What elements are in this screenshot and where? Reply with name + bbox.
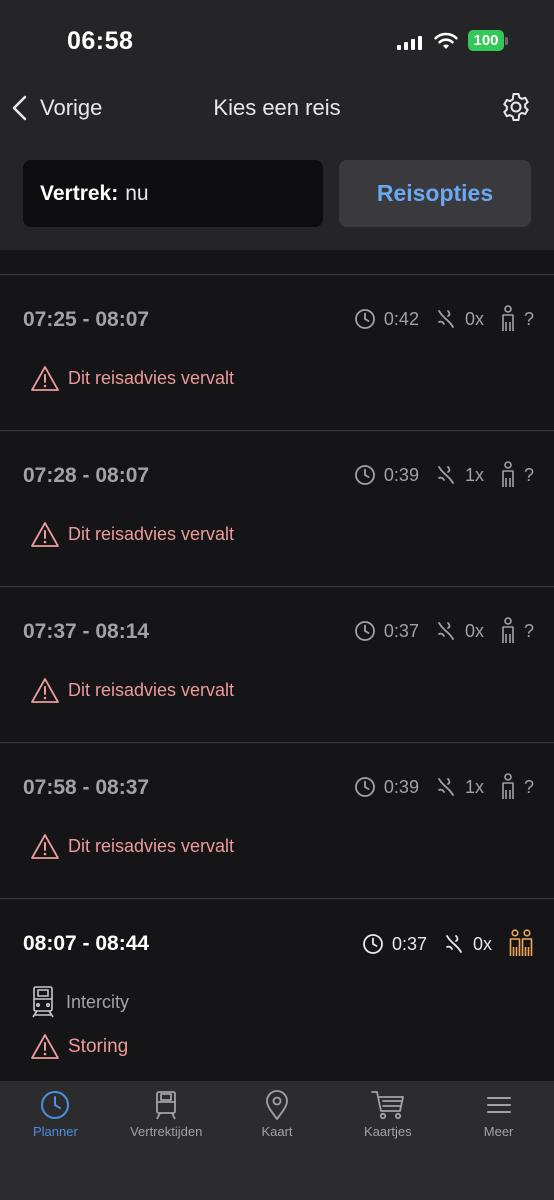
battery-indicator: 100 [468,30,504,51]
departure-field[interactable]: Vertrek: nu [23,160,323,227]
tab-bar: Planner Vertrektijden Kaart Kaartjes Mee… [0,1081,554,1200]
tab-label: Planner [32,1124,78,1139]
tab-label: Kaart [261,1124,293,1139]
trip-warning: Dit reisadvies vervalt [30,521,234,548]
cart-icon [370,1091,404,1120]
trip-transfers: 0x [464,620,484,641]
trip-time: 07:37 - 08:14 [23,620,150,643]
train-icon [156,1091,177,1120]
trip-duration: 0:39 [383,464,419,485]
cellular-signal-icon [397,36,422,50]
gear-icon[interactable] [500,91,532,123]
trip-warning: Dit reisadvies vervalt [30,677,234,704]
clock-icon [355,465,375,485]
trip-time: 07:28 - 08:07 [23,464,150,487]
disruption-text: Storing [68,1035,129,1057]
page-title: Kies een reis [213,95,341,120]
trip-duration: 0:39 [383,776,419,797]
trip-meta: 0:39 1x ? [354,773,534,801]
transfer-icon [438,778,454,796]
clock-icon [41,1091,70,1119]
trip-meta: 0:42 0x ? [354,305,534,333]
tab-meer[interactable]: Meer [443,1081,554,1200]
transfer-icon [446,935,462,953]
trip-meta: 0:37 0x [362,929,534,959]
crowding-value: ? [523,620,534,641]
trip-row[interactable]: 08:07 - 08:44 0:37 0x Intercity Storing [0,899,554,1089]
trip-duration: 0:42 [383,308,419,329]
trip-transfers: 0x [464,308,484,329]
trip-meta: 0:37 0x ? [354,617,534,645]
people-crowding-icon [509,929,533,956]
warning-icon [31,834,59,859]
person-crowding-icon [502,305,514,331]
trip-warning: Dit reisadvies vervalt [30,833,234,860]
trip-warning: Dit reisadvies vervalt [30,365,234,392]
trip-transfers: 1x [464,464,484,485]
warning-icon [31,522,59,547]
person-crowding-icon [502,773,514,799]
warning-text: Dit reisadvies vervalt [68,368,235,388]
train-type: Intercity [30,985,129,1019]
train-icon [32,986,54,1018]
person-crowding-icon [502,617,514,643]
status-bar: 06:58 100 [0,0,554,80]
trip-duration: 0:37 [383,620,419,641]
tab-label: Vertrektijden [130,1124,203,1139]
departure-value: nu [125,181,149,205]
warning-text: Dit reisadvies vervalt [68,836,235,856]
tab-vertrektijden[interactable]: Vertrektijden [111,1081,222,1200]
tab-label: Kaartjes [363,1124,412,1139]
clock-icon [355,621,375,641]
transfer-icon [438,310,454,328]
trip-time: 08:07 - 08:44 [23,932,150,955]
trip-row[interactable]: 07:58 - 08:37 0:39 1x ? Dit reisadvies v… [0,743,554,899]
battery-tip [505,37,508,45]
tab-kaart[interactable]: Kaart [222,1081,333,1200]
trip-list: 07:25 - 08:07 0:42 0x ? Dit reisadvies v… [0,274,554,1089]
trip-transfers: 1x [464,776,484,797]
warning-icon [31,1034,59,1059]
trip-row[interactable]: 07:28 - 08:07 0:39 1x ? Dit reisadvies v… [0,431,554,587]
train-type-label: Intercity [66,991,130,1012]
warning-text: Dit reisadvies vervalt [68,524,235,544]
battery-level: 100 [473,32,499,49]
tab-kaartjes[interactable]: Kaartjes [332,1081,443,1200]
travel-options-button[interactable]: Reisopties [339,160,531,227]
departure-label: Vertrek: [40,181,119,205]
tab-planner[interactable]: Planner [0,1081,111,1200]
trip-time: 07:58 - 08:37 [23,776,150,799]
trip-row[interactable]: 07:37 - 08:14 0:37 0x ? Dit reisadvies v… [0,587,554,743]
map-pin-icon [266,1090,288,1120]
nav-header: Vorige Kies een reis Vertrek: nu Reisopt… [0,80,554,250]
transfer-icon [438,622,454,640]
trip-time: 07:25 - 08:07 [23,308,150,331]
trip-meta: 0:39 1x ? [354,461,534,489]
clock-icon [355,309,375,329]
crowding-value: ? [523,464,534,485]
transfer-icon [438,466,454,484]
clock-icon [363,934,383,954]
crowding-value: ? [523,308,534,329]
trip-duration: 0:37 [391,933,427,954]
tab-label: Meer [483,1124,514,1139]
menu-icon [486,1097,511,1113]
warning-icon [31,366,59,391]
trip-transfers: 0x [472,933,492,954]
person-crowding-icon [502,461,514,487]
disruption-notice: Storing [30,1033,128,1060]
warning-text: Dit reisadvies vervalt [68,680,235,700]
wifi-icon [434,32,458,49]
clock-icon [355,777,375,797]
trip-row[interactable]: 07:25 - 08:07 0:42 0x ? Dit reisadvies v… [0,275,554,431]
crowding-value: ? [523,776,534,797]
warning-icon [31,678,59,703]
status-time: 06:58 [67,27,134,55]
